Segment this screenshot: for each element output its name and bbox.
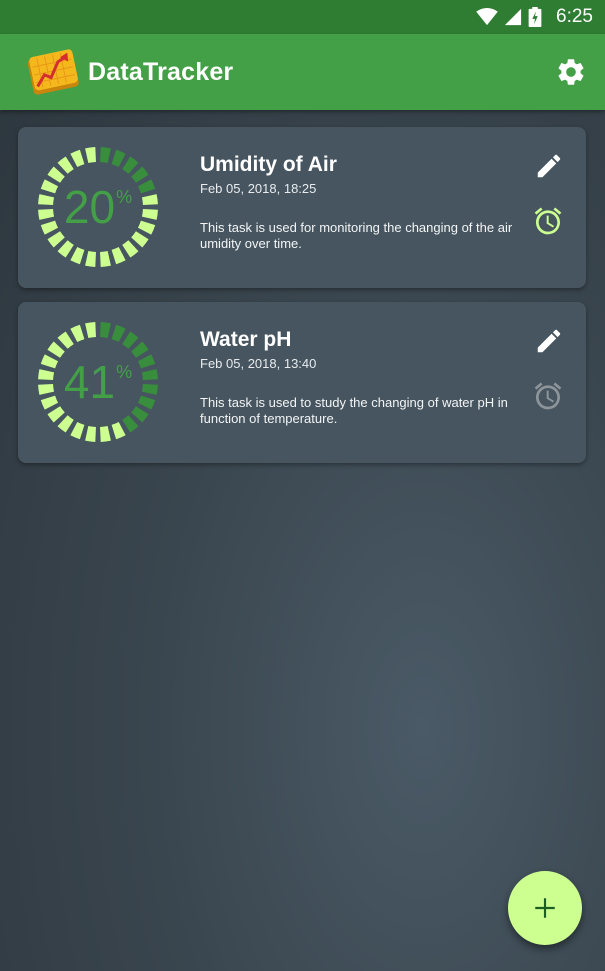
edit-button[interactable]	[534, 326, 564, 356]
add-task-button[interactable]	[508, 871, 582, 945]
task-date: Feb 05, 2018, 18:25	[200, 181, 317, 196]
gauge-label: 41 %	[36, 320, 160, 444]
pencil-icon	[537, 329, 561, 353]
gauge-percent: %	[116, 187, 133, 207]
battery-icon	[528, 7, 542, 27]
app-bar: DataTracker	[0, 34, 605, 110]
status-time: 6:25	[556, 6, 593, 27]
wifi-icon	[476, 8, 498, 26]
cell-signal-icon	[504, 8, 522, 26]
gear-icon	[558, 59, 584, 85]
app-title: DataTracker	[88, 57, 234, 86]
task-title: Water pH	[200, 328, 292, 351]
gauge-value: 20	[63, 181, 116, 233]
edit-button[interactable]	[534, 151, 564, 181]
task-card[interactable]: 41 % Water pH Feb 05, 2018, 13:40 This t…	[18, 302, 586, 463]
gauge-label: 20 %	[36, 145, 160, 269]
gauge-value: 41	[63, 356, 116, 408]
pencil-icon	[537, 154, 561, 178]
alarm-button[interactable]	[532, 205, 564, 237]
settings-button[interactable]	[555, 56, 587, 88]
status-bar: 6:25	[0, 0, 605, 34]
task-description: This task is used to study the changing …	[200, 395, 508, 426]
task-date: Feb 05, 2018, 13:40	[200, 356, 317, 371]
app-logo-icon	[27, 49, 79, 95]
plus-icon	[535, 898, 555, 918]
alarm-button[interactable]	[532, 380, 564, 412]
task-title: Umidity of Air	[200, 153, 337, 176]
task-description: This task is used for monitoring the cha…	[200, 220, 513, 251]
task-card[interactable]: 20 % Umidity of Air Feb 05, 2018, 18:25 …	[18, 127, 586, 288]
alarm-clock-icon	[534, 382, 562, 410]
gauge-percent: %	[116, 362, 133, 382]
alarm-clock-icon	[534, 207, 562, 235]
